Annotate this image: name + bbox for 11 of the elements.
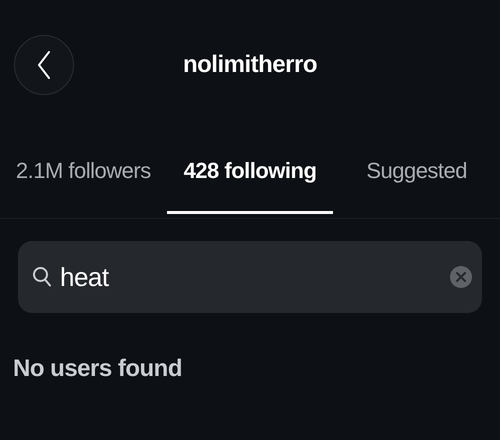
tab[interactable]: Suggested (333, 130, 500, 214)
tab[interactable]: 2.1M followers (0, 130, 167, 214)
chevron-left-icon (37, 50, 51, 80)
close-icon (456, 272, 466, 282)
username-title: nolimitherro (182, 51, 318, 79)
tab[interactable]: 428 following (166, 130, 334, 214)
search-icon (32, 266, 52, 288)
search-input[interactable]: heat (58, 260, 444, 294)
clear-button[interactable] (450, 266, 472, 288)
search-field[interactable]: heat (18, 241, 482, 313)
empty-message: No users found (13, 355, 184, 383)
